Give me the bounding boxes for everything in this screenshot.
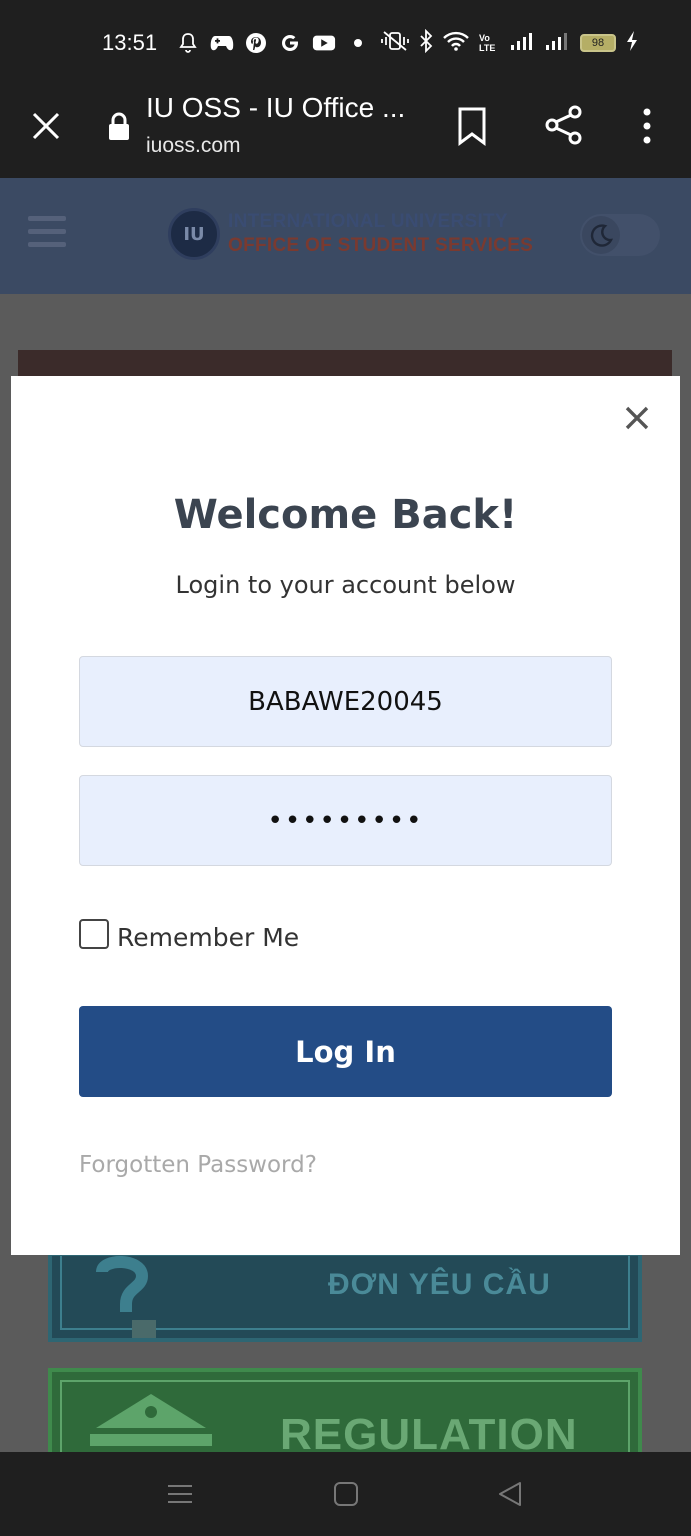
building-icon (86, 1388, 216, 1452)
forgot-password-link[interactable]: Forgotten Password? (79, 1152, 317, 1178)
google-icon (278, 31, 302, 55)
request-card[interactable]: ĐƠN YÊU CẦU (48, 1252, 642, 1342)
page-title: IU OSS - IU Office ... (146, 92, 406, 123)
home-icon[interactable] (330, 1478, 362, 1510)
modal-subtitle: Login to your account below (175, 571, 516, 599)
clock: 13:51 (102, 30, 158, 55)
gamepad-icon (210, 31, 234, 55)
back-icon[interactable] (494, 1478, 526, 1510)
site-header: IU INTERNATIONAL UNIVERSITY OFFICE OF ST… (0, 178, 691, 294)
signal-icon (510, 31, 536, 55)
dot-icon (346, 31, 370, 55)
pinterest-icon (244, 31, 268, 55)
vibrate-icon (380, 30, 410, 56)
charging-icon (625, 30, 639, 56)
volte-icon: Vo LTE (479, 33, 496, 53)
bluetooth-icon (419, 28, 433, 57)
regulation-card-label: REGULATION (280, 1410, 578, 1452)
notification-bell-icon (176, 31, 200, 55)
request-card-label: ĐƠN YÊU CẦU (328, 1268, 551, 1301)
modal-title: Welcome Back! (173, 492, 518, 538)
site-logo[interactable]: IU INTERNATIONAL UNIVERSITY OFFICE OF ST… (168, 208, 533, 260)
close-tab-icon[interactable] (28, 108, 64, 144)
youtube-icon (312, 31, 336, 55)
username-input[interactable] (79, 656, 612, 747)
signal-icon (545, 31, 571, 55)
remember-me-label[interactable]: Remember Me (117, 923, 299, 952)
moon-icon (582, 216, 620, 254)
page-url[interactable]: iuoss.com (146, 134, 241, 158)
lock-icon[interactable] (106, 112, 132, 142)
wifi-icon (442, 30, 470, 56)
university-seal-icon: IU (168, 208, 220, 260)
remember-me[interactable]: Remember Me (79, 915, 299, 952)
hamburger-menu-icon[interactable] (28, 216, 66, 250)
logo-line2: OFFICE OF STUDENT SERVICES (228, 235, 534, 256)
login-modal: Welcome Back! Login to your account belo… (11, 376, 680, 1255)
dark-mode-toggle[interactable] (580, 214, 660, 256)
share-icon[interactable] (544, 104, 584, 146)
bookmark-icon[interactable] (456, 106, 488, 146)
login-button[interactable]: Log In (79, 1006, 612, 1097)
system-navigation-bar (0, 1452, 691, 1536)
status-bar: 13:51 Vo LTE 98 (0, 0, 691, 88)
logo-line1: INTERNATIONAL UNIVERSITY (228, 211, 508, 232)
notification-icons (176, 28, 370, 58)
system-icons: Vo LTE 98 (380, 28, 639, 58)
question-mark-icon (92, 1252, 162, 1342)
regulation-card[interactable]: REGULATION (48, 1368, 642, 1452)
close-icon[interactable] (623, 404, 651, 432)
recent-apps-icon[interactable] (164, 1478, 196, 1510)
password-input[interactable] (79, 775, 612, 866)
remember-me-checkbox[interactable] (79, 918, 109, 949)
more-options-icon[interactable] (636, 106, 658, 146)
battery-icon: 98 (580, 34, 616, 52)
browser-toolbar: IU OSS - IU Office ... iuoss.com (0, 88, 691, 178)
